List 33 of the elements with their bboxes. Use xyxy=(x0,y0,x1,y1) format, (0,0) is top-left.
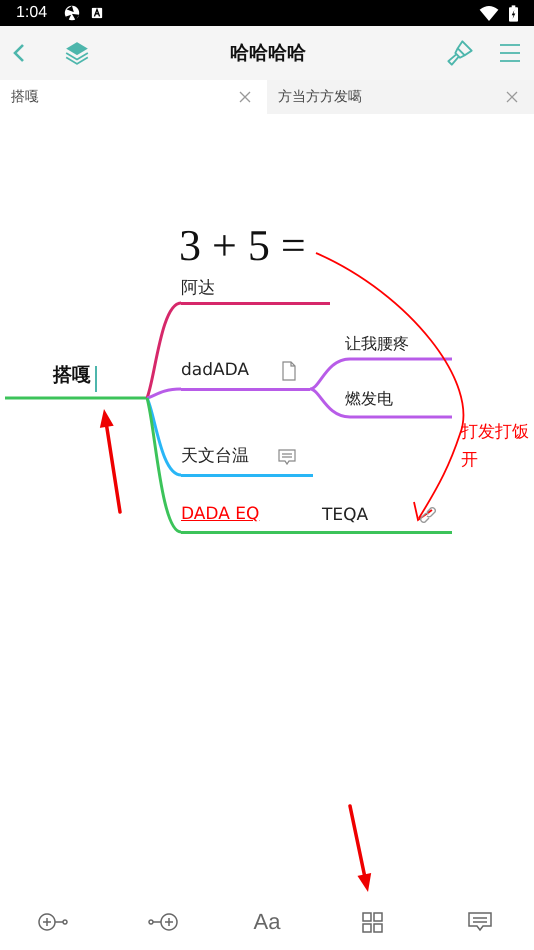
tab-label: 方当方方发噶 xyxy=(278,88,362,106)
topic-node[interactable]: DADA EQ TEQA xyxy=(181,501,452,534)
topic[interactable]: dadADA xyxy=(181,359,250,381)
topic-link[interactable]: DADA EQ xyxy=(181,503,262,525)
link-icon[interactable] xyxy=(418,505,438,525)
topic-label: TEQA xyxy=(322,504,368,526)
wifi-icon xyxy=(479,6,499,20)
menu-icon[interactable] xyxy=(498,41,522,65)
subtopic[interactable]: 让我腰疼 xyxy=(345,333,409,355)
text-style-button[interactable]: Aa xyxy=(254,909,280,935)
tab[interactable]: 搭嘎 xyxy=(0,80,267,114)
formula: 3 + 5 = xyxy=(179,221,306,271)
topic-node[interactable]: 阿达 xyxy=(181,275,330,304)
close-icon[interactable] xyxy=(239,91,251,103)
layers-icon[interactable] xyxy=(64,40,90,66)
topic-node[interactable]: dadADA xyxy=(181,357,310,390)
relationship-label[interactable]: 打发打饭开 xyxy=(461,418,534,474)
close-icon[interactable] xyxy=(506,91,518,103)
sync-icon xyxy=(63,4,82,22)
topic[interactable]: 天文台温 xyxy=(181,445,249,467)
app-notification-icon xyxy=(91,7,104,19)
tab-label: 搭嘎 xyxy=(11,88,39,106)
battery-icon xyxy=(509,4,518,22)
topic[interactable]: 阿达 xyxy=(181,277,215,299)
topic-node[interactable]: 天文台温 xyxy=(181,443,313,476)
brush-icon[interactable] xyxy=(446,39,474,67)
comment-icon[interactable] xyxy=(277,447,297,467)
root-topic[interactable]: 搭嘎 xyxy=(53,364,91,386)
subtopic[interactable]: 燃发电 xyxy=(345,388,393,410)
document-title: 哈哈哈哈 xyxy=(229,41,307,66)
clock: 1:04 xyxy=(16,4,48,22)
add-child-icon[interactable] xyxy=(146,911,178,933)
add-parent-icon[interactable] xyxy=(38,911,70,933)
